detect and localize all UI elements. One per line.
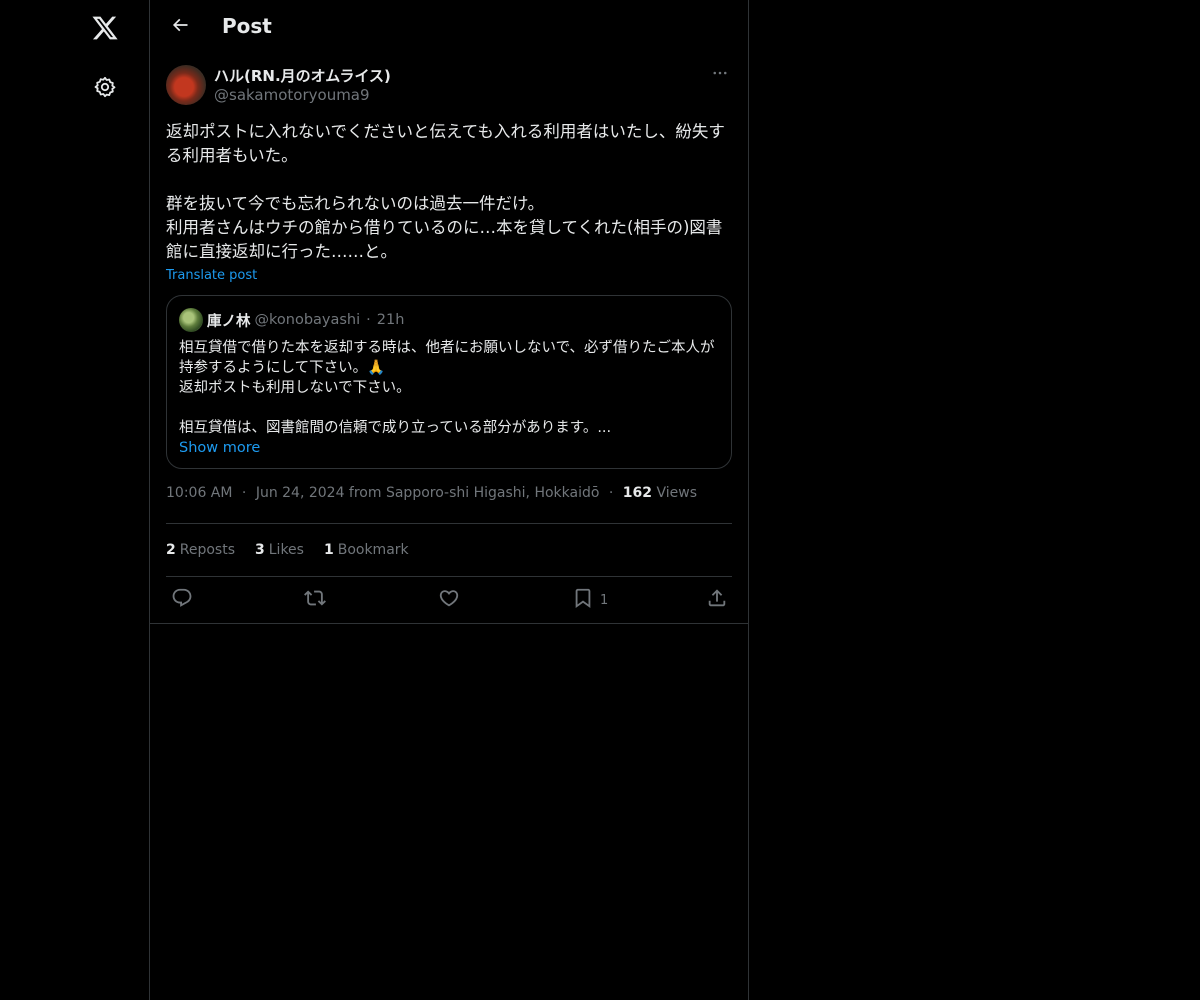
reply-button[interactable] — [171, 588, 193, 612]
post-stats: 2 Reposts 3 Likes 1 Bookmark — [166, 524, 732, 576]
bookmark-count: 1 — [600, 592, 609, 608]
post: ハル(RN.月のオムライス) @sakamotoryouma9 返却ポストに入れ… — [166, 64, 732, 624]
quoted-author-name: 庫ノ林 — [207, 313, 251, 330]
quoted-text: 相互貸借で借りた本を返却する時は、他者にお願いしないで、必ず借りたご本人が持参す… — [179, 340, 715, 436]
author-handle[interactable]: @sakamotoryouma9 — [214, 86, 370, 104]
quoted-timestamp: 21h — [376, 312, 405, 328]
avatar[interactable] — [166, 65, 206, 105]
quoted-separator: · — [366, 312, 371, 328]
likes-count: 3 — [255, 542, 265, 558]
reposts-count: 2 — [166, 542, 176, 558]
translate-post-link[interactable]: Translate post — [166, 268, 257, 283]
likes-label: Likes — [268, 542, 304, 558]
bookmark-button[interactable]: 1 — [572, 588, 608, 612]
x-logo-icon[interactable] — [85, 8, 125, 48]
bookmarks-count: 1 — [323, 542, 334, 558]
meta-separator: · — [241, 485, 247, 501]
post-text: 返却ポストに入れないでくださいと伝えても入れる利用者はいたし、紛失する利用者もい… — [166, 122, 725, 261]
left-nav — [0, 0, 150, 1000]
post-metadata: 10:06 AM · Jun 24, 2024 from Sapporo-shi… — [166, 485, 732, 523]
views-label: Views — [656, 485, 697, 501]
reposts-label: Reposts — [179, 542, 235, 558]
quoted-avatar[interactable] — [179, 308, 203, 332]
gear-icon[interactable] — [85, 67, 125, 107]
quoted-author-handle: @konobayashi — [254, 312, 361, 328]
meta-separator: · — [608, 485, 614, 501]
page-header: Post — [150, 0, 748, 54]
app: Post ハル(RN.月のオムライス) @sakamotoryouma9 返却ポ… — [0, 0, 1200, 1000]
share-button[interactable] — [706, 588, 728, 612]
like-button[interactable] — [438, 588, 460, 612]
action-bar: 1 — [166, 577, 732, 624]
views-count: 162 — [622, 485, 653, 501]
heart-icon — [438, 587, 460, 613]
main-column: Post ハル(RN.月のオムライス) @sakamotoryouma9 返却ポ… — [150, 0, 749, 1000]
quoted-post-header: 庫ノ林 @konobayashi · 21h — [179, 308, 719, 332]
repost-button[interactable] — [304, 588, 326, 612]
post-time[interactable]: 10:06 AM — [166, 485, 232, 501]
author-name[interactable]: ハル(RN.月のオムライス) — [214, 65, 391, 86]
more-horizontal-icon — [711, 64, 729, 86]
post-author: ハル(RN.月のオムライス) @sakamotoryouma9 — [166, 64, 732, 108]
bookmarks-stat[interactable]: 1 Bookmark — [324, 542, 409, 558]
arrow-left-icon — [170, 15, 190, 39]
more-button[interactable] — [708, 64, 732, 86]
divider — [150, 623, 748, 624]
page-title: Post — [222, 14, 272, 38]
share-icon — [706, 587, 728, 613]
show-more-link[interactable]: Show more — [179, 438, 719, 458]
repost-icon — [304, 587, 326, 613]
likes-stat[interactable]: 3 Likes — [255, 542, 304, 558]
bookmarks-label: Bookmark — [337, 542, 409, 558]
bookmark-icon — [572, 587, 594, 613]
reposts-stat[interactable]: 2 Reposts — [166, 542, 235, 558]
back-button[interactable] — [162, 9, 198, 45]
reply-icon — [171, 587, 193, 613]
post-date-location[interactable]: Jun 24, 2024 from Sapporo-shi Higashi, H… — [256, 485, 600, 501]
quoted-post[interactable]: 庫ノ林 @konobayashi · 21h 相互貸借で借りた本を返却する時は、… — [166, 295, 732, 469]
